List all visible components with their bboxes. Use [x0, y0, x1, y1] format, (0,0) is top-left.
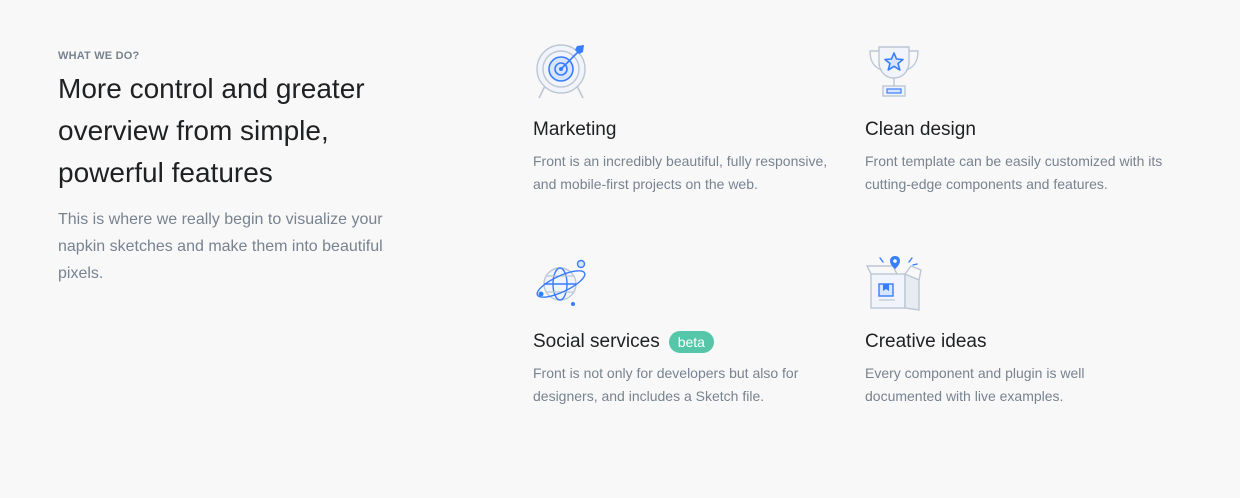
- feature-title: Marketing: [533, 118, 833, 142]
- section-lead: This is where we really begin to visuali…: [58, 211, 383, 282]
- feature-creative-ideas: Creative ideas Every component and plugi…: [865, 254, 1165, 408]
- target-icon: [536, 44, 586, 99]
- section-headline: More control and greater overview from s…: [58, 73, 365, 188]
- feature-description: Every component and plugin is well docum…: [865, 365, 1085, 404]
- feature-clean-design: Clean design Front template can be easil…: [865, 42, 1165, 196]
- feature-marketing: Marketing Front is an incredibly beautif…: [533, 42, 833, 196]
- feature-title-text: Marketing: [533, 119, 617, 140]
- globe-icon: [536, 259, 586, 306]
- section-eyebrow: WHAT WE DO?: [58, 50, 140, 62]
- beta-badge: beta: [668, 331, 714, 353]
- feature-title-text: Creative ideas: [865, 331, 987, 352]
- trophy-icon: [869, 46, 919, 97]
- feature-social-services: Social services beta Front is not only f…: [533, 254, 833, 408]
- feature-title: Creative ideas: [865, 330, 1165, 354]
- feature-title-text: Social services: [533, 331, 660, 352]
- feature-description: Front is an incredibly beautiful, fully …: [533, 153, 828, 192]
- feature-title: Clean design: [865, 118, 1165, 142]
- feature-title-text: Clean design: [865, 119, 976, 140]
- box-icon: [865, 256, 922, 311]
- feature-description: Front template can be easily customized …: [865, 153, 1163, 192]
- intro-section: WHAT WE DO? More control and greater ove…: [58, 50, 438, 287]
- feature-title: Social services beta: [533, 330, 833, 354]
- feature-description: Front is not only for developers but als…: [533, 365, 799, 404]
